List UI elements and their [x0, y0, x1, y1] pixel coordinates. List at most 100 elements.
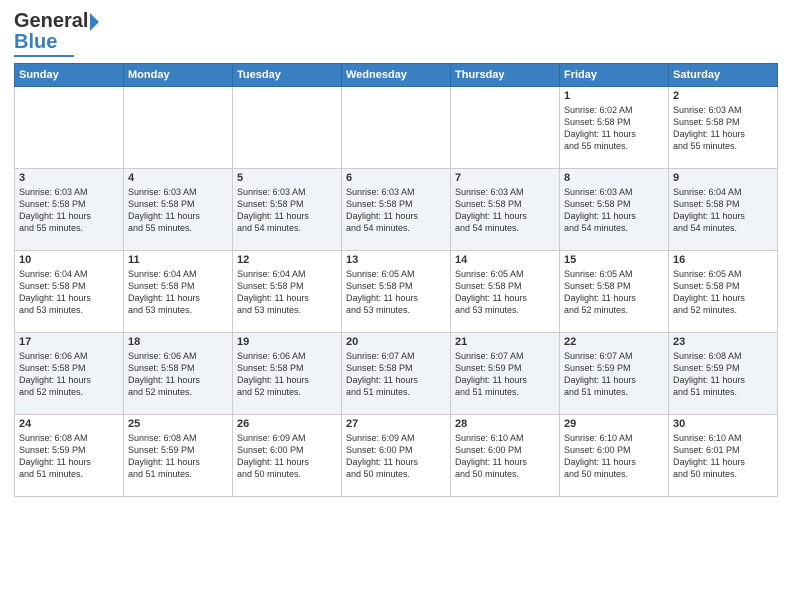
cell-content: Sunrise: 6:03 AM Sunset: 5:58 PM Dayligh…	[346, 186, 446, 235]
day-cell-9: 9 Sunrise: 6:04 AM Sunset: 5:58 PM Daylig…	[669, 169, 778, 251]
day-cell-3: 3 Sunrise: 6:03 AM Sunset: 5:58 PM Daylig…	[15, 169, 124, 251]
cell-content: Sunrise: 6:06 AM Sunset: 5:58 PM Dayligh…	[128, 350, 228, 399]
day-number: 24	[19, 418, 119, 430]
cell-content: Sunrise: 6:08 AM Sunset: 5:59 PM Dayligh…	[673, 350, 773, 399]
cell-content: Sunrise: 6:03 AM Sunset: 5:58 PM Dayligh…	[673, 104, 773, 153]
cell-content: Sunrise: 6:05 AM Sunset: 5:58 PM Dayligh…	[673, 268, 773, 317]
weekday-header-tuesday: Tuesday	[233, 64, 342, 87]
day-cell-24: 24 Sunrise: 6:08 AM Sunset: 5:59 PM Dayli…	[15, 415, 124, 497]
cell-content: Sunrise: 6:10 AM Sunset: 6:00 PM Dayligh…	[564, 432, 664, 481]
empty-cell	[451, 87, 560, 169]
cell-content: Sunrise: 6:08 AM Sunset: 5:59 PM Dayligh…	[19, 432, 119, 481]
weekday-header-thursday: Thursday	[451, 64, 560, 87]
day-cell-4: 4Sunrise: 6:03 AM Sunset: 5:58 PM Daylig…	[124, 169, 233, 251]
day-number: 7	[455, 172, 555, 184]
cell-content: Sunrise: 6:09 AM Sunset: 6:00 PM Dayligh…	[346, 432, 446, 481]
day-cell-23: 23Sunrise: 6:08 AM Sunset: 5:59 PM Dayli…	[669, 333, 778, 415]
day-number: 2	[673, 90, 773, 102]
day-cell-7: 7Sunrise: 6:03 AM Sunset: 5:58 PM Daylig…	[451, 169, 560, 251]
day-cell-10: 10 Sunrise: 6:04 AM Sunset: 5:58 PM Dayli…	[15, 251, 124, 333]
logo-general: General	[14, 10, 88, 33]
day-number: 17	[19, 336, 119, 348]
day-cell-18: 18Sunrise: 6:06 AM Sunset: 5:58 PM Dayli…	[124, 333, 233, 415]
cell-content: Sunrise: 6:04 AM Sunset: 5:58 PM Dayligh…	[237, 268, 337, 317]
day-number: 1	[564, 90, 664, 102]
empty-cell	[15, 87, 124, 169]
logo-blue: Blue	[14, 31, 57, 54]
day-number: 26	[237, 418, 337, 430]
cell-content: Sunrise: 6:08 AM Sunset: 5:59 PM Dayligh…	[128, 432, 228, 481]
day-cell-20: 20 Sunrise: 6:07 AM Sunset: 5:58 PM Dayli…	[342, 333, 451, 415]
cell-content: Sunrise: 6:07 AM Sunset: 5:59 PM Dayligh…	[564, 350, 664, 399]
day-cell-14: 14Sunrise: 6:05 AM Sunset: 5:58 PM Dayli…	[451, 251, 560, 333]
page: General Blue SundayMondayTuesdayWednesda…	[0, 0, 792, 612]
week-row-1: 1 Sunrise: 6:02 AM Sunset: 5:58 PM Daylig…	[15, 87, 778, 169]
cell-content: Sunrise: 6:03 AM Sunset: 5:58 PM Dayligh…	[128, 186, 228, 235]
cell-content: Sunrise: 6:07 AM Sunset: 5:59 PM Dayligh…	[455, 350, 555, 399]
day-number: 11	[128, 254, 228, 266]
header: General Blue	[14, 10, 778, 57]
day-cell-21: 21 Sunrise: 6:07 AM Sunset: 5:59 PM Dayli…	[451, 333, 560, 415]
day-cell-29: 29 Sunrise: 6:10 AM Sunset: 6:00 PM Dayli…	[560, 415, 669, 497]
day-cell-27: 27 Sunrise: 6:09 AM Sunset: 6:00 PM Dayli…	[342, 415, 451, 497]
cell-content: Sunrise: 6:02 AM Sunset: 5:58 PM Dayligh…	[564, 104, 664, 153]
empty-cell	[233, 87, 342, 169]
weekday-header-sunday: Sunday	[15, 64, 124, 87]
cell-content: Sunrise: 6:04 AM Sunset: 5:58 PM Dayligh…	[673, 186, 773, 235]
weekday-header-row: SundayMondayTuesdayWednesdayThursdayFrid…	[15, 64, 778, 87]
cell-content: Sunrise: 6:10 AM Sunset: 6:00 PM Dayligh…	[455, 432, 555, 481]
day-number: 10	[19, 254, 119, 266]
day-number: 29	[564, 418, 664, 430]
week-row-5: 24 Sunrise: 6:08 AM Sunset: 5:59 PM Dayli…	[15, 415, 778, 497]
day-number: 6	[346, 172, 446, 184]
day-number: 12	[237, 254, 337, 266]
calendar-table: SundayMondayTuesdayWednesdayThursdayFrid…	[14, 63, 778, 497]
logo-underline	[14, 55, 74, 57]
day-number: 16	[673, 254, 773, 266]
cell-content: Sunrise: 6:10 AM Sunset: 6:01 PM Dayligh…	[673, 432, 773, 481]
day-number: 30	[673, 418, 773, 430]
cell-content: Sunrise: 6:06 AM Sunset: 5:58 PM Dayligh…	[237, 350, 337, 399]
cell-content: Sunrise: 6:04 AM Sunset: 5:58 PM Dayligh…	[128, 268, 228, 317]
day-cell-8: 8 Sunrise: 6:03 AM Sunset: 5:58 PM Daylig…	[560, 169, 669, 251]
day-cell-5: 5 Sunrise: 6:03 AM Sunset: 5:58 PM Daylig…	[233, 169, 342, 251]
cell-content: Sunrise: 6:06 AM Sunset: 5:58 PM Dayligh…	[19, 350, 119, 399]
day-cell-22: 22 Sunrise: 6:07 AM Sunset: 5:59 PM Dayli…	[560, 333, 669, 415]
day-number: 27	[346, 418, 446, 430]
day-number: 3	[19, 172, 119, 184]
day-number: 9	[673, 172, 773, 184]
cell-content: Sunrise: 6:07 AM Sunset: 5:58 PM Dayligh…	[346, 350, 446, 399]
day-cell-26: 26 Sunrise: 6:09 AM Sunset: 6:00 PM Dayli…	[233, 415, 342, 497]
day-cell-25: 25 Sunrise: 6:08 AM Sunset: 5:59 PM Dayli…	[124, 415, 233, 497]
day-number: 22	[564, 336, 664, 348]
day-number: 13	[346, 254, 446, 266]
cell-content: Sunrise: 6:03 AM Sunset: 5:58 PM Dayligh…	[19, 186, 119, 235]
day-cell-13: 13 Sunrise: 6:05 AM Sunset: 5:58 PM Dayli…	[342, 251, 451, 333]
logo: General Blue	[14, 10, 99, 57]
cell-content: Sunrise: 6:04 AM Sunset: 5:58 PM Dayligh…	[19, 268, 119, 317]
cell-content: Sunrise: 6:03 AM Sunset: 5:58 PM Dayligh…	[237, 186, 337, 235]
weekday-header-saturday: Saturday	[669, 64, 778, 87]
day-number: 21	[455, 336, 555, 348]
cell-content: Sunrise: 6:05 AM Sunset: 5:58 PM Dayligh…	[346, 268, 446, 317]
empty-cell	[342, 87, 451, 169]
empty-cell	[124, 87, 233, 169]
day-cell-15: 15Sunrise: 6:05 AM Sunset: 5:58 PM Dayli…	[560, 251, 669, 333]
day-number: 28	[455, 418, 555, 430]
day-number: 5	[237, 172, 337, 184]
weekday-header-monday: Monday	[124, 64, 233, 87]
week-row-4: 17 Sunrise: 6:06 AM Sunset: 5:58 PM Dayli…	[15, 333, 778, 415]
day-cell-17: 17 Sunrise: 6:06 AM Sunset: 5:58 PM Dayli…	[15, 333, 124, 415]
day-number: 15	[564, 254, 664, 266]
day-number: 19	[237, 336, 337, 348]
cell-content: Sunrise: 6:09 AM Sunset: 6:00 PM Dayligh…	[237, 432, 337, 481]
day-cell-19: 19 Sunrise: 6:06 AM Sunset: 5:58 PM Dayli…	[233, 333, 342, 415]
week-row-3: 10 Sunrise: 6:04 AM Sunset: 5:58 PM Dayli…	[15, 251, 778, 333]
cell-content: Sunrise: 6:03 AM Sunset: 5:58 PM Dayligh…	[564, 186, 664, 235]
day-number: 25	[128, 418, 228, 430]
day-number: 8	[564, 172, 664, 184]
day-cell-30: 30 Sunrise: 6:10 AM Sunset: 6:01 PM Dayli…	[669, 415, 778, 497]
weekday-header-wednesday: Wednesday	[342, 64, 451, 87]
day-number: 20	[346, 336, 446, 348]
day-cell-1: 1 Sunrise: 6:02 AM Sunset: 5:58 PM Daylig…	[560, 87, 669, 169]
